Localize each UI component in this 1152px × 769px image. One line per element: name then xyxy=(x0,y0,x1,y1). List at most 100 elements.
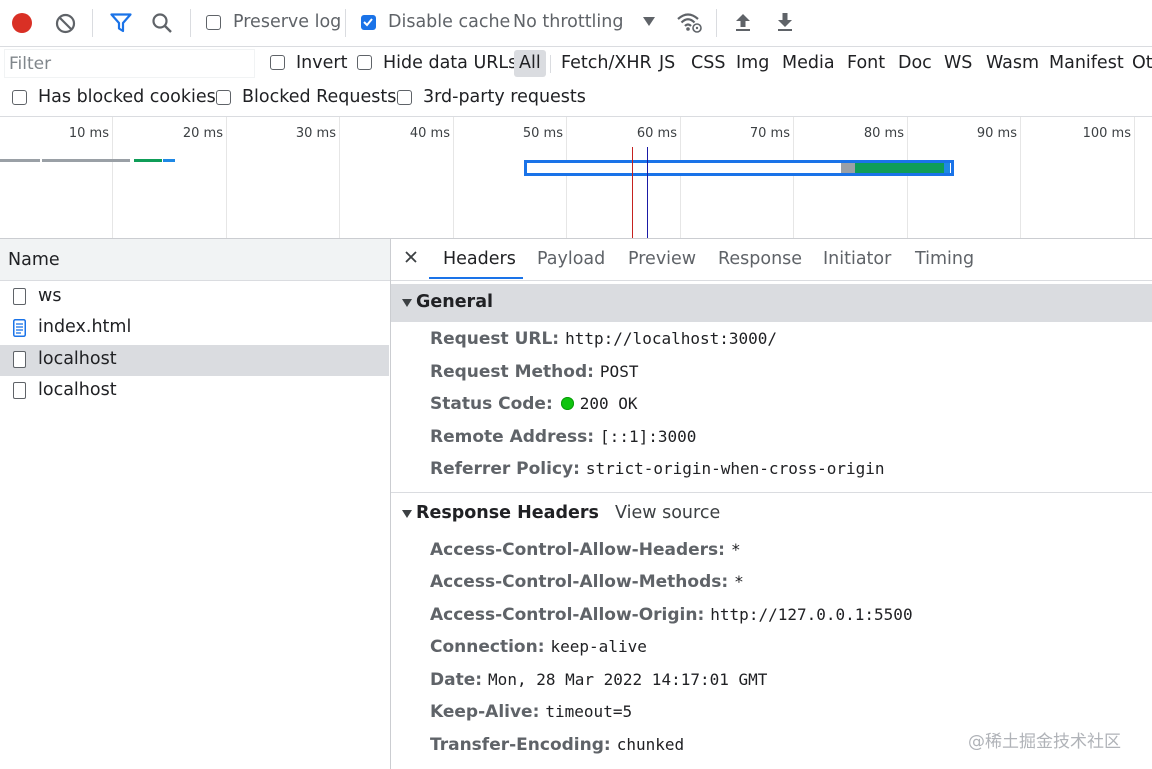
tab-response[interactable]: Response xyxy=(718,249,802,269)
type-filter-ws[interactable]: WS xyxy=(944,50,972,77)
tick-label: 100 ms xyxy=(1082,126,1131,141)
header-row: Date: Mon, 28 Mar 2022 14:17:01 GMT xyxy=(430,670,767,690)
request-row[interactable]: ws xyxy=(0,282,389,313)
header-value: 200 OK xyxy=(579,394,638,413)
hide-data-urls-checkbox[interactable] xyxy=(357,55,372,70)
tick-label: 40 ms xyxy=(409,126,450,141)
general-section-title: General xyxy=(416,292,493,312)
tick-label: 30 ms xyxy=(295,126,336,141)
header-value: keep-alive xyxy=(550,637,647,656)
header-row: Remote Address: [::1]:3000 xyxy=(430,427,696,447)
tab-preview[interactable]: Preview xyxy=(628,249,696,269)
type-filter-img[interactable]: Img xyxy=(736,50,769,77)
header-key: Access-Control-Allow-Origin: xyxy=(430,605,705,625)
has-blocked-cookies-label: Has blocked cookies xyxy=(38,87,216,107)
type-filter-manifest[interactable]: Manifest xyxy=(1049,50,1124,77)
network-overview[interactable]: 10 ms 20 ms 30 ms 40 ms 50 ms 60 ms 70 m… xyxy=(0,117,1152,239)
timeline-bar-ws xyxy=(0,159,40,162)
load-event-line xyxy=(632,147,633,238)
import-har-icon[interactable] xyxy=(734,12,752,32)
header-value: timeout=5 xyxy=(545,702,633,721)
timeline-bar-ws-wait xyxy=(42,159,130,162)
request-name: localhost xyxy=(38,380,117,400)
throttling-select[interactable]: No throttling xyxy=(513,12,623,32)
header-row: Transfer-Encoding: chunked xyxy=(430,735,684,755)
has-blocked-cookies-checkbox[interactable] xyxy=(12,90,27,105)
network-conditions-icon[interactable] xyxy=(676,11,702,33)
expand-triangle-icon xyxy=(402,299,412,307)
third-party-requests-checkbox[interactable] xyxy=(397,90,412,105)
header-row: Request Method: POST xyxy=(430,362,638,382)
tab-initiator[interactable]: Initiator xyxy=(823,249,891,269)
name-column-label: Name xyxy=(8,250,60,270)
header-key: Transfer-Encoding: xyxy=(430,735,611,755)
header-value: * xyxy=(730,540,741,559)
header-row: Request URL: http://localhost:3000/ xyxy=(430,329,777,349)
request-row-selected[interactable]: localhost xyxy=(0,345,389,376)
header-row: Access-Control-Allow-Headers: * xyxy=(430,540,741,560)
filter-bar: Invert Hide data URLs All Fetch/XHR JS C… xyxy=(0,46,1152,81)
response-headers-section-header[interactable]: Response Headers View source xyxy=(391,495,1152,533)
header-key: Request URL: xyxy=(430,329,560,349)
header-row: Status Code: 200 OK xyxy=(430,394,638,414)
filter-icon[interactable] xyxy=(110,13,132,33)
header-key: Access-Control-Allow-Headers: xyxy=(430,540,725,560)
request-row[interactable]: localhost xyxy=(0,376,389,407)
general-section-header[interactable]: General xyxy=(391,284,1152,322)
filter-input[interactable] xyxy=(4,49,255,78)
header-value: * xyxy=(734,572,744,591)
tab-timing[interactable]: Timing xyxy=(915,249,974,269)
request-name: localhost xyxy=(38,349,117,369)
timeline-bar-index-download xyxy=(134,159,162,162)
details-tabs: Headers Payload Preview Response Initiat… xyxy=(391,239,1152,281)
network-toolbar: Preserve log Disable cache No throttling xyxy=(0,0,1152,47)
request-row[interactable]: index.html xyxy=(0,313,389,344)
request-list: Name ws index.html localhost localhost xyxy=(0,239,391,769)
chevron-down-icon[interactable] xyxy=(643,17,655,26)
blocked-requests-checkbox[interactable] xyxy=(216,90,231,105)
header-value: Mon, 28 Mar 2022 14:17:01 GMT xyxy=(488,670,768,689)
tab-headers[interactable]: Headers xyxy=(443,249,516,269)
invert-checkbox[interactable] xyxy=(270,55,285,70)
search-icon[interactable] xyxy=(151,12,173,34)
type-filter-doc[interactable]: Doc xyxy=(898,50,932,77)
header-key: Keep-Alive: xyxy=(430,702,540,722)
request-name: ws xyxy=(38,286,62,306)
type-filter-media[interactable]: Media xyxy=(782,50,835,77)
blocked-requests-label: Blocked Requests xyxy=(242,87,397,107)
close-icon[interactable] xyxy=(405,251,417,263)
blank-file-icon xyxy=(13,382,26,399)
watermark: @稀土掘金技术社区 xyxy=(968,732,1121,752)
header-row: Keep-Alive: timeout=5 xyxy=(430,702,632,722)
type-filter-css[interactable]: CSS xyxy=(691,50,725,77)
timeline-bar-selected-wait xyxy=(841,163,855,173)
type-filter-fetch-xhr[interactable]: Fetch/XHR xyxy=(561,50,652,77)
type-filter-other[interactable]: Ot xyxy=(1132,50,1152,77)
view-source-link[interactable]: View source xyxy=(615,503,720,523)
preserve-log-checkbox[interactable] xyxy=(206,15,221,30)
expand-triangle-icon xyxy=(402,510,412,518)
clear-icon[interactable] xyxy=(55,13,76,34)
tab-payload[interactable]: Payload xyxy=(537,249,605,269)
type-filter-all[interactable]: All xyxy=(514,50,546,77)
response-headers-title: Response Headers xyxy=(416,503,599,523)
tick-label: 90 ms xyxy=(976,126,1017,141)
export-har-icon[interactable] xyxy=(776,12,794,32)
header-value: [::1]:3000 xyxy=(600,427,697,446)
timeline-bar-selected-download xyxy=(855,163,944,173)
header-key: Access-Control-Allow-Methods: xyxy=(430,572,729,592)
hide-data-urls-label: Hide data URLs xyxy=(383,53,518,73)
type-filter-font[interactable]: Font xyxy=(847,50,885,77)
tick-label: 50 ms xyxy=(522,126,563,141)
name-column-header[interactable]: Name xyxy=(0,239,390,281)
record-icon[interactable] xyxy=(12,13,32,33)
preserve-log-label: Preserve log xyxy=(233,12,342,32)
checkmark-icon xyxy=(363,18,373,27)
blank-file-icon xyxy=(13,288,26,305)
type-filter-wasm[interactable]: Wasm xyxy=(986,50,1039,77)
document-icon xyxy=(13,319,26,337)
header-row: Connection: keep-alive xyxy=(430,637,647,657)
type-filter-js[interactable]: JS xyxy=(659,50,675,77)
disable-cache-checkbox[interactable] xyxy=(361,15,376,30)
header-row: Access-Control-Allow-Origin: http://127.0… xyxy=(430,605,913,625)
